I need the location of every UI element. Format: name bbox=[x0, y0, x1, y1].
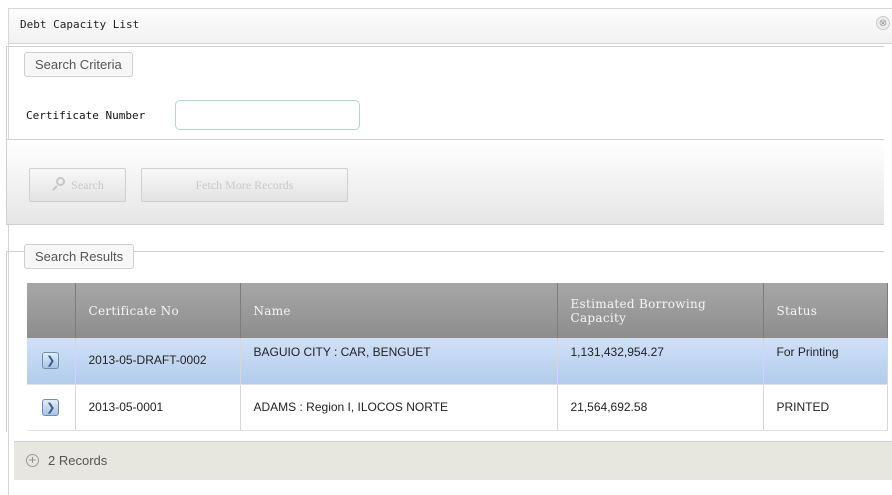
row-expand-cell: ❯ bbox=[27, 338, 76, 385]
expand-row-icon[interactable]: ❯ bbox=[42, 398, 60, 416]
search-criteria-legend: Search Criteria bbox=[24, 52, 133, 77]
table-row[interactable]: ❯ 2013-05-DRAFT-0002 BAGUIO CITY : CAR, … bbox=[27, 338, 888, 385]
search-button-label: Search bbox=[71, 178, 104, 192]
expand-row-icon[interactable]: ❯ bbox=[42, 352, 60, 370]
results-table: Certificate No Name Estimated Borrowing … bbox=[27, 283, 888, 431]
window-title: Debt Capacity List bbox=[20, 18, 140, 31]
table-row[interactable]: ❯ 2013-05-0001 ADAMS : Region I, ILOCOS … bbox=[27, 384, 888, 431]
fetch-more-records-label: Fetch More Records bbox=[195, 178, 294, 192]
cell-status: For Printing bbox=[763, 338, 888, 385]
fetch-more-records-button[interactable]: Fetch More Records bbox=[141, 168, 348, 202]
cell-capacity: 21,564,692.58 bbox=[557, 384, 764, 431]
cell-name: BAGUIO CITY : CAR, BENGUET bbox=[240, 338, 558, 385]
column-header-certificate-no[interactable]: Certificate No bbox=[74, 283, 241, 338]
column-header-status[interactable]: Status bbox=[762, 283, 888, 338]
search-criteria-panel bbox=[6, 46, 884, 140]
column-header-estimated-borrowing-capacity[interactable]: Estimated Borrowing Capacity bbox=[556, 283, 764, 338]
expand-column-header bbox=[27, 283, 76, 338]
search-button[interactable]: Search bbox=[29, 168, 126, 202]
search-results-legend: Search Results bbox=[24, 244, 135, 269]
certificate-number-input[interactable] bbox=[175, 100, 360, 130]
search-toolbar: Search Fetch More Records bbox=[6, 140, 884, 225]
cell-name: ADAMS : Region I, ILOCOS NORTE bbox=[240, 384, 558, 431]
cell-capacity: 1,131,432,954.27 bbox=[557, 338, 764, 385]
cell-status: PRINTED bbox=[763, 384, 888, 431]
close-icon[interactable]: ⊗ bbox=[876, 16, 890, 30]
certificate-number-label: Certificate Number bbox=[26, 109, 146, 122]
record-count: 2 Records bbox=[48, 453, 108, 468]
window-titlebar: Debt Capacity List ⊗ bbox=[9, 9, 892, 44]
cell-certificate-no: 2013-05-0001 bbox=[75, 384, 241, 431]
cell-certificate-no: 2013-05-DRAFT-0002 bbox=[75, 338, 241, 385]
table-header-row: Certificate No Name Estimated Borrowing … bbox=[27, 283, 888, 338]
row-expand-cell: ❯ bbox=[27, 384, 76, 431]
column-header-name[interactable]: Name bbox=[239, 283, 558, 338]
add-icon[interactable]: + bbox=[26, 454, 39, 467]
results-footer: + 2 Records bbox=[14, 441, 892, 480]
search-icon bbox=[51, 177, 66, 191]
